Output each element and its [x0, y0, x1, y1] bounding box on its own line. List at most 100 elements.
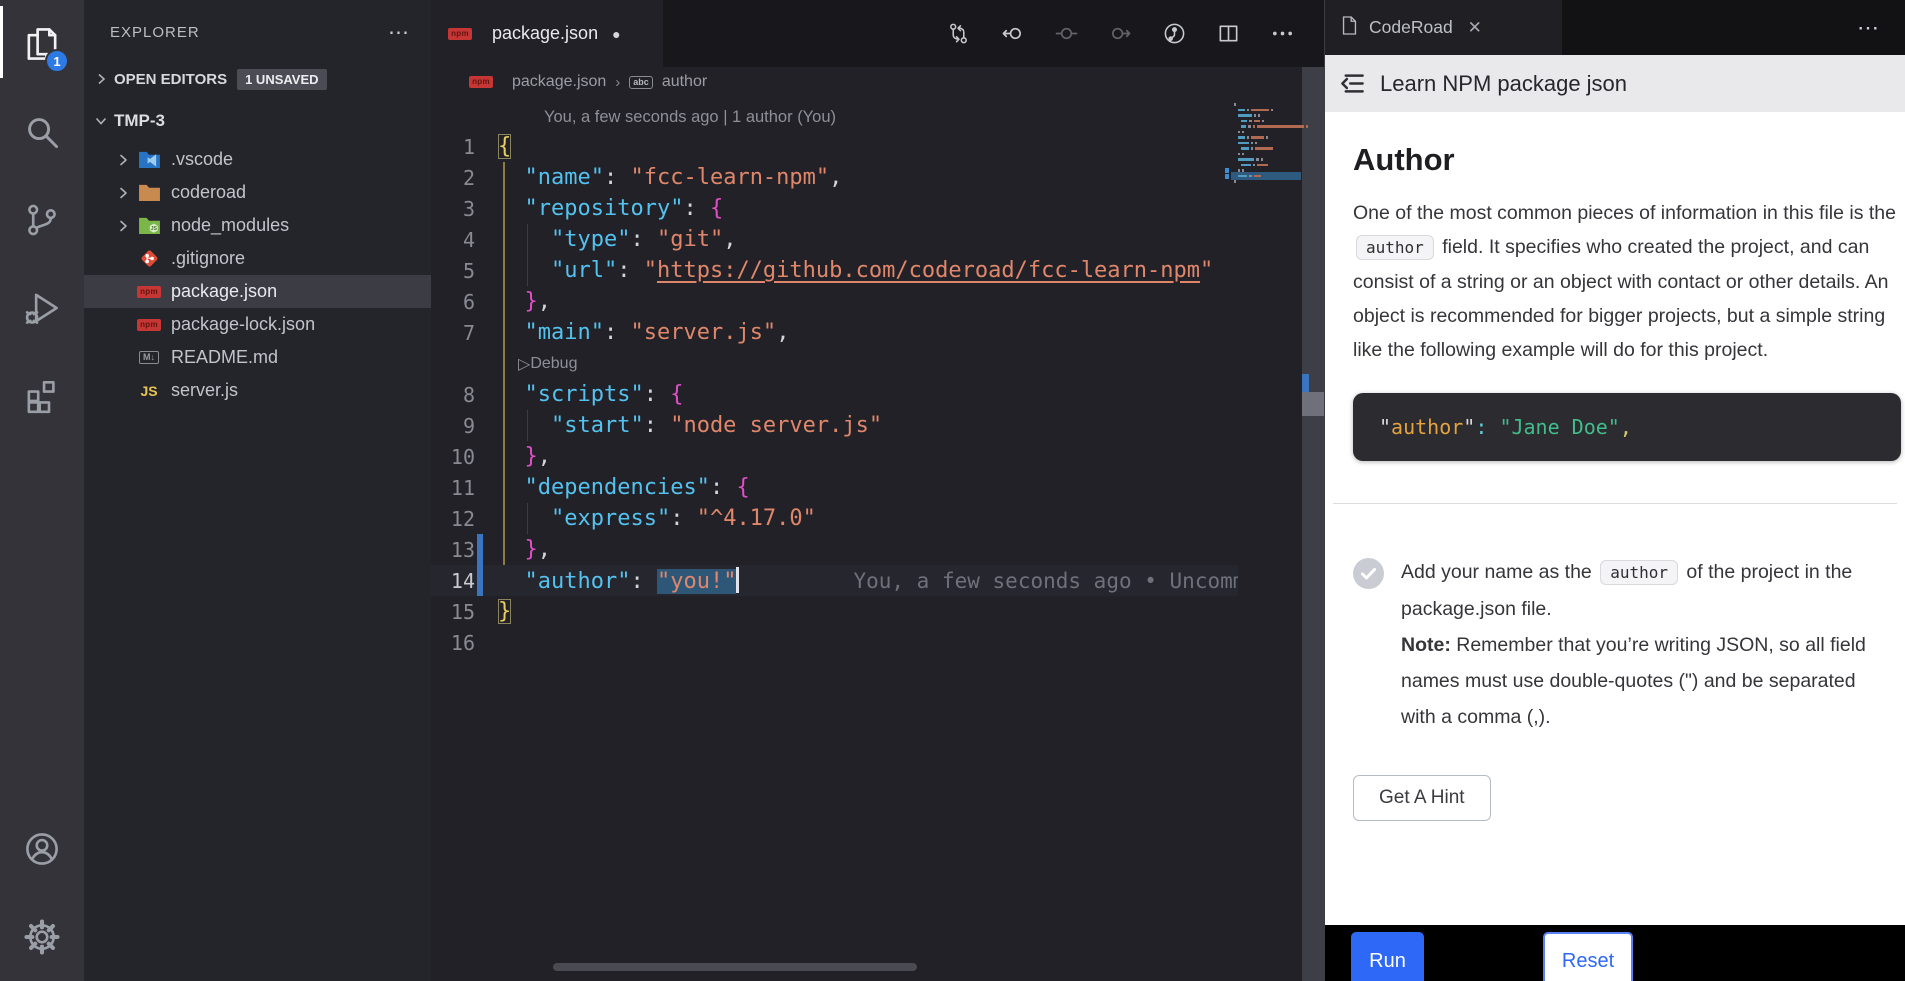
code-token [498, 537, 525, 562]
minimap-segment [1266, 136, 1268, 139]
code-token: " [644, 258, 657, 283]
compare-changes-icon[interactable] [947, 22, 970, 45]
lesson-heading: Author [1353, 142, 1877, 178]
inline-code-chip: author [1600, 560, 1678, 585]
code-block-token: " [1379, 415, 1391, 439]
activity-item-run-debug[interactable] [0, 264, 84, 352]
editor-group: npm package.json ● npm package.json › ab… [431, 0, 1324, 981]
editor-body: npm package.json › abc author You, a few… [431, 67, 1324, 981]
code-token: : [630, 569, 657, 594]
code-text: "author": "you!"You, a few seconds ago •… [483, 567, 1238, 594]
minimap-line [1234, 186, 1298, 189]
tree-item-readme-md[interactable]: M↓README.md [84, 341, 431, 374]
code-token [498, 165, 525, 190]
code-block-token: author [1391, 415, 1463, 439]
code-line-13[interactable]: 13 }, [431, 534, 1238, 565]
open-editors-section[interactable]: OPEN EDITORS 1 UNSAVED [84, 62, 431, 96]
panel-more-actions-icon[interactable]: ⋯ [1857, 15, 1905, 41]
tutorial-header: Learn NPM package json [1325, 55, 1905, 112]
split-editor-icon[interactable] [1217, 22, 1240, 45]
minimap-segment [1257, 164, 1267, 167]
tree-item-label: package.json [171, 281, 277, 302]
change-dim-icon[interactable] [1055, 22, 1078, 45]
code-token [498, 506, 551, 531]
activity-item-search[interactable] [0, 88, 84, 176]
run-button[interactable]: Run [1351, 932, 1424, 981]
minimap-line [1234, 131, 1298, 134]
task-check-icon [1353, 558, 1384, 589]
close-icon[interactable]: ✕ [1468, 18, 1482, 38]
code-token: : [644, 382, 671, 407]
minimap-segment [1255, 147, 1273, 150]
gutter-marker [477, 627, 483, 658]
code-token [498, 382, 525, 407]
tree-item-node-modules[interactable]: JSnode_modules [84, 209, 431, 242]
breadcrumb-symbol[interactable]: author [662, 73, 707, 91]
code-editor[interactable]: You, a few seconds ago | 1 author (You) … [431, 103, 1324, 658]
code-line-5[interactable]: 5 "url": "https://github.com/coderoad/fc… [431, 255, 1238, 286]
tree-item-vscode[interactable]: .vscode [84, 143, 431, 176]
code-line-2[interactable]: 2 "name": "fcc-learn-npm", [431, 162, 1238, 193]
minimap-segment [1241, 120, 1248, 123]
reset-button[interactable]: Reset [1543, 932, 1633, 981]
minimap[interactable] [1234, 103, 1298, 191]
code-text: }, [483, 537, 551, 562]
svg-text:JS: JS [150, 226, 157, 232]
scrollbar-thumb[interactable] [1302, 392, 1324, 416]
tab-coderoad[interactable]: CodeRoad ✕ [1325, 0, 1562, 55]
code-line-14[interactable]: 14 "author": "you!"You, a few seconds ag… [431, 565, 1238, 596]
timeline-icon[interactable] [1163, 22, 1186, 45]
codelens-row[interactable]: ▷ Debug [431, 348, 1238, 379]
get-a-hint-button[interactable]: Get A Hint [1353, 775, 1491, 821]
code-line-6[interactable]: 6 }, [431, 286, 1238, 317]
activity-item-explorer[interactable]: 1 [0, 0, 84, 88]
code-token: { [670, 382, 683, 407]
run-debug-icon [23, 289, 61, 327]
activity-item-source-control[interactable] [0, 176, 84, 264]
code-token [498, 289, 525, 314]
breadcrumb-file[interactable]: package.json [512, 73, 606, 91]
code-line-11[interactable]: 11 "dependencies": { [431, 472, 1238, 503]
minimap-segment [1261, 158, 1263, 161]
code-line-7[interactable]: 7 "main": "server.js", [431, 317, 1238, 348]
more-icon[interactable] [1271, 22, 1294, 45]
code-token: : [617, 258, 644, 283]
scrollbar-track[interactable] [1302, 67, 1324, 981]
horizontal-scrollbar[interactable] [553, 963, 917, 971]
unsaved-dot-icon[interactable]: ● [612, 26, 620, 42]
codelens-label[interactable]: Debug [530, 355, 577, 373]
code-line-15[interactable]: 15} [431, 596, 1238, 627]
code-line-10[interactable]: 10 }, [431, 441, 1238, 472]
minimap-line [1234, 142, 1298, 145]
code-line-1[interactable]: 1{ [431, 131, 1238, 162]
code-line-12[interactable]: 12 "express": "^4.17.0" [431, 503, 1238, 534]
code-token: "dependencies" [525, 475, 710, 500]
code-token: } [525, 289, 538, 314]
code-line-4[interactable]: 4 "type": "git", [431, 224, 1238, 255]
activity-item-account[interactable] [0, 805, 84, 893]
previous-change-icon[interactable] [1001, 22, 1024, 45]
minimap-segment [1271, 109, 1273, 112]
breadcrumb[interactable]: npm package.json › abc author [431, 67, 1324, 97]
tree-item-server-js[interactable]: JSserver.js [84, 374, 431, 407]
code-token: : [710, 475, 737, 500]
minimap-segment [1253, 164, 1255, 167]
code-text: "start": "node server.js" [483, 413, 882, 438]
tree-item-package-lock-json[interactable]: npmpackage-lock.json [84, 308, 431, 341]
tab-package-json[interactable]: npm package.json ● [431, 0, 663, 67]
explorer-title-row: EXPLORER ⋯ [84, 0, 431, 46]
explorer-title: EXPLORER [110, 24, 200, 41]
activity-item-settings[interactable] [0, 893, 84, 981]
code-line-9[interactable]: 9 "start": "node server.js" [431, 410, 1238, 441]
activity-item-extensions[interactable] [0, 352, 84, 440]
next-change-icon[interactable] [1109, 22, 1132, 45]
workspace-header[interactable]: TMP-3 [84, 104, 431, 138]
tree-item-coderoad[interactable]: coderoad [84, 176, 431, 209]
code-line-3[interactable]: 3 "repository": { [431, 193, 1238, 224]
back-to-lessons-icon[interactable] [1339, 70, 1366, 97]
code-line-16[interactable]: 16 [431, 627, 1238, 658]
tree-item-gitignore[interactable]: .gitignore [84, 242, 431, 275]
explorer-more-actions-icon[interactable]: ⋯ [388, 20, 411, 45]
code-line-8[interactable]: 8 "scripts": { [431, 379, 1238, 410]
tree-item-package-json[interactable]: npmpackage.json [84, 275, 431, 308]
